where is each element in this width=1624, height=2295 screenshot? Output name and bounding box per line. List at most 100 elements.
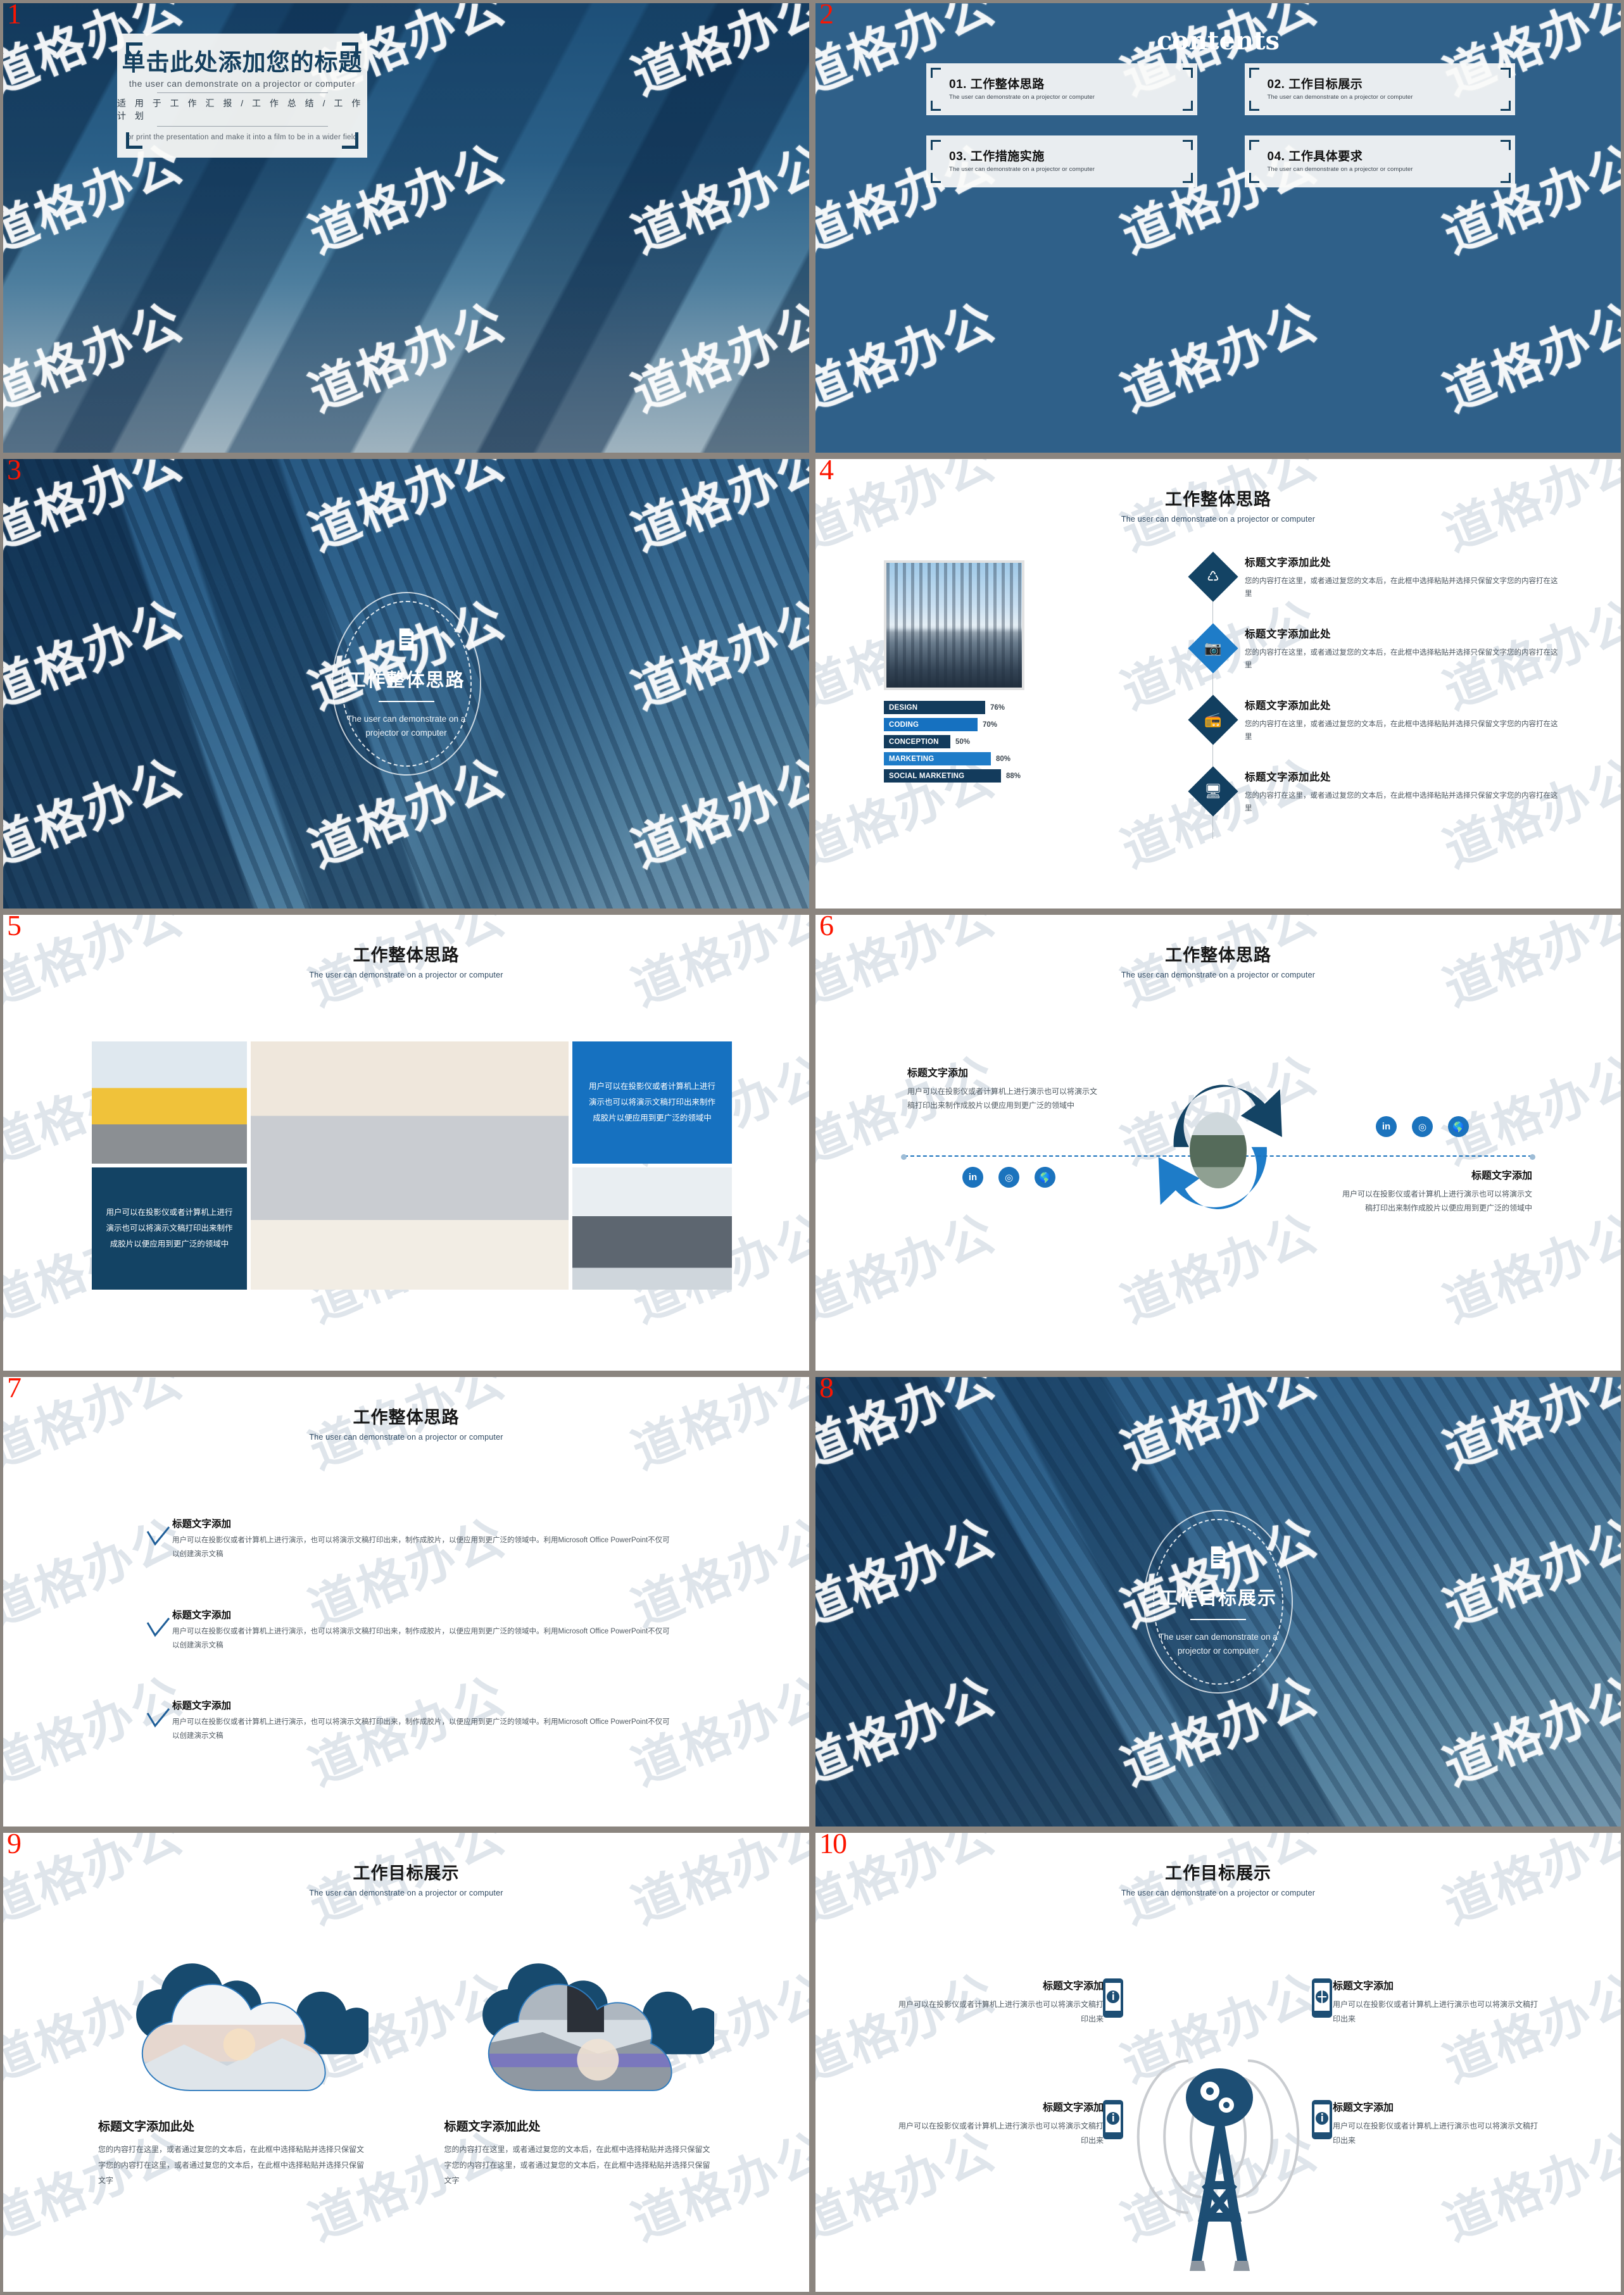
- slide-8[interactable]: 道格办公道格办公道格办公 道格办公道格办公道格办公 道格办公道格办公道格办公 道…: [812, 1374, 1624, 1830]
- quadrant-2[interactable]: 标题文字添加 用户可以在投影仪或者计算机上进行演示也可以将演示文稿打印出来: [1333, 1977, 1542, 2027]
- quadrant-heading: 标题文字添加: [1042, 1981, 1104, 1992]
- section-divider-content: 工作目标展示 The user can demonstrate on a proj…: [815, 1377, 1621, 1827]
- contents-item-3[interactable]: 03. 工作措施实施 The user can demonstrate on a…: [926, 135, 1197, 187]
- page-subtitle: The user can demonstrate on a projector …: [309, 1433, 503, 1442]
- feature-item-4[interactable]: 🖥 标题文字添加此处 您的内容打在这里，或者通过复您的文本后，在此框中选择粘贴并…: [1188, 766, 1563, 840]
- document-icon: [397, 627, 416, 651]
- left-icon-row: in ◎ 🌎: [962, 1167, 1055, 1188]
- page-subtitle: The user can demonstrate on a projector …: [309, 971, 503, 979]
- phone-info-icon: [1312, 2100, 1332, 2139]
- contents-item-4[interactable]: 04. 工作具体要求 The user can demonstrate on a…: [1244, 135, 1515, 187]
- corner-bracket-icon: [1249, 68, 1259, 78]
- globe-icon[interactable]: 🌎: [1035, 1167, 1055, 1188]
- contents-item-index: 04.: [1267, 150, 1285, 163]
- slide-4[interactable]: 道格办公道格办公道格办公 道格办公道格办公道格办公 道格办公道格办公道格办公 4…: [812, 456, 1624, 912]
- right-body: 用户可以在投影仪或者计算机上进行演示也可以将演示文稿打印出来制作成胶片以便应用到…: [1342, 1190, 1533, 1213]
- line-end-dot: [1530, 1154, 1535, 1160]
- checklist-item-1[interactable]: 标题文字添加 用户可以在投影仪或者计算机上进行演示，也可以将演示文稿打印出来，制…: [146, 1516, 671, 1562]
- globe-icon[interactable]: 🌎: [1448, 1116, 1469, 1137]
- feature-body: 您的内容打在这里，或者通过复您的文本后，在此框中选择粘贴并选择只保留文字您的内容…: [1245, 792, 1558, 813]
- photo-mosaic: 用户可以在投影仪或者计算机上进行演示也可以将演示文稿打印出来制作成胶片以便应用到…: [92, 1041, 732, 1290]
- slide-number: 2: [819, 0, 834, 30]
- slide-9[interactable]: 道格办公 道格办公 道格办公 道格办公 道格办公 道格办公 道格办公 道格办公 道格办公 9…: [0, 1830, 812, 2295]
- linkedin-icon[interactable]: in: [962, 1167, 983, 1188]
- slide-1[interactable]: 道格办公道格办公道格办公 道格办公道格办公道格办公 道格办公道格办公道格办公 道…: [0, 0, 812, 456]
- quadrant-3[interactable]: 标题文字添加 用户可以在投影仪或者计算机上进行演示也可以将演示文稿打印出来: [895, 2099, 1104, 2149]
- target-icon[interactable]: ◎: [1412, 1116, 1433, 1137]
- slide-5[interactable]: 道格办公道格办公道格办公 道格办公道格办公道格办公 道格办公道格办公道格办公 5…: [0, 912, 812, 1374]
- left-heading: 标题文字添加: [907, 1068, 969, 1079]
- title-card: 单击此处添加您的标题 the user can demonstrate on a…: [117, 34, 367, 158]
- cloud-column-2[interactable]: 标题文字添加此处 您的内容打在这里，或者通过复您的文本后，在此框中选择粘贴并选择…: [444, 1950, 721, 2189]
- caption-text: 用户可以在投影仪或者计算机上进行演示也可以将演示文稿打印出来制作成胶片以便应用到…: [588, 1082, 715, 1122]
- caption-tile-blue: 用户可以在投影仪或者计算机上进行演示也可以将演示文稿打印出来制作成胶片以便应用到…: [572, 1041, 732, 1164]
- corner-bracket-icon: [1182, 140, 1193, 150]
- slide-2[interactable]: 道格办公道格办公道格办公 道格办公道格办公道格办公 道格办公道格办公道格办公 道…: [812, 0, 1624, 456]
- left-body: 用户可以在投影仪或者计算机上进行演示也可以将演示文稿打印出来制作成胶片以便应用到…: [907, 1087, 1098, 1110]
- bar-label: SOCIAL MARKETING: [889, 772, 965, 780]
- title-footer: or print the presentation and make it in…: [127, 133, 358, 141]
- target-icon[interactable]: ◎: [998, 1167, 1019, 1188]
- caption-text: 用户可以在投影仪或者计算机上进行演示也可以将演示文稿打印出来制作成胶片以便应用到…: [106, 1208, 233, 1248]
- item-heading: 标题文字添加: [172, 1519, 232, 1530]
- cloud-column-1[interactable]: 标题文字添加此处 您的内容打在这里，或者通过复您的文本后，在此框中选择粘贴并选择…: [98, 1950, 375, 2189]
- page-title: 工作目标展示: [353, 1864, 460, 1883]
- corner-bracket-icon: [1249, 140, 1259, 150]
- right-heading: 标题文字添加: [1471, 1171, 1532, 1181]
- caption-tile-navy: 用户可以在投影仪或者计算机上进行演示也可以将演示文稿打印出来制作成胶片以便应用到…: [92, 1167, 247, 1290]
- contents-item-2[interactable]: 02. 工作目标展示 The user can demonstrate on a…: [1244, 63, 1515, 115]
- slide-3[interactable]: 道格办公道格办公道格办公 道格办公道格办公道格办公 道格办公道格办公道格办公 道…: [0, 456, 812, 912]
- bar-row: CODING 70%: [884, 718, 1048, 731]
- bar-row: CONCEPTION 50%: [884, 735, 1048, 748]
- bar: SOCIAL MARKETING: [884, 769, 1001, 783]
- contents-item-label: 工作目标展示: [1288, 78, 1363, 91]
- page-title: contents: [1156, 26, 1280, 56]
- slide-number: 1: [7, 0, 22, 30]
- feature-item-3[interactable]: 📻 标题文字添加此处 您的内容打在这里，或者通过复您的文本后，在此框中选择粘贴并…: [1188, 695, 1563, 769]
- page-title: 工作目标展示: [1165, 1864, 1271, 1883]
- quadrant-body: 用户可以在投影仪或者计算机上进行演示也可以将演示文稿打印出来: [898, 2122, 1104, 2146]
- page-title: 工作整体思路: [1165, 946, 1271, 965]
- corner-bracket-icon: [342, 42, 358, 59]
- quadrant-body: 用户可以在投影仪或者计算机上进行演示也可以将演示文稿打印出来: [898, 2000, 1104, 2024]
- slide-number: 10: [819, 1830, 847, 1859]
- page-title: 工作整体思路: [353, 1408, 460, 1427]
- page-subtitle: The user can demonstrate on a projector …: [309, 1889, 503, 1897]
- check-icon: [146, 1617, 172, 1642]
- page-header: 工作目标展示 The user can demonstrate on a pro…: [3, 1859, 809, 1897]
- checklist: 标题文字添加 用户可以在投影仪或者计算机上进行演示，也可以将演示文稿打印出来，制…: [146, 1516, 671, 1789]
- slide-number: 8: [819, 1374, 834, 1404]
- contents-item-1[interactable]: 01. 工作整体思路 The user can demonstrate on a…: [926, 63, 1197, 115]
- quadrant-1[interactable]: 标题文字添加 用户可以在投影仪或者计算机上进行演示也可以将演示文稿打印出来: [895, 1977, 1104, 2027]
- camera-icon: 📷: [1188, 623, 1238, 674]
- bar: CODING: [884, 718, 978, 731]
- quadrant-heading: 标题文字添加: [1333, 1981, 1394, 1992]
- feature-heading: 标题文字添加此处: [1245, 700, 1331, 712]
- divider: [156, 92, 328, 93]
- forest-photo: [1190, 1112, 1247, 1188]
- quadrant-body: 用户可以在投影仪或者计算机上进行演示也可以将演示文稿打印出来: [1333, 2000, 1539, 2024]
- checklist-item-2[interactable]: 标题文字添加 用户可以在投影仪或者计算机上进行演示，也可以将演示文稿打印出来，制…: [146, 1607, 671, 1653]
- contents-item-label: 工作措施实施: [970, 150, 1045, 163]
- right-text-block: 标题文字添加 用户可以在投影仪或者计算机上进行演示也可以将演示文稿打印出来制作成…: [1342, 1167, 1532, 1215]
- quadrant-4[interactable]: 标题文字添加 用户可以在投影仪或者计算机上进行演示也可以将演示文稿打印出来: [1333, 2099, 1542, 2149]
- feature-item-1[interactable]: ♺ 标题文字添加此处 您的内容打在这里，或者通过复您的文本后，在此框中选择粘贴并…: [1188, 551, 1563, 626]
- feature-item-2[interactable]: 📷 标题文字添加此处 您的内容打在这里，或者通过复您的文本后，在此框中选择粘贴并…: [1188, 623, 1563, 697]
- corner-bracket-icon: [1182, 101, 1193, 111]
- phone-info-icon: [1103, 1978, 1123, 2018]
- check-icon: [146, 1708, 172, 1733]
- checklist-item-3[interactable]: 标题文字添加 用户可以在投影仪或者计算机上进行演示，也可以将演示文稿打印出来，制…: [146, 1698, 671, 1744]
- radio-icon: 📻: [1188, 695, 1238, 745]
- linkedin-icon[interactable]: in: [1376, 1116, 1397, 1137]
- slide-7[interactable]: 道格办公 道格办公 道格办公 道格办公 道格办公 道格办公 道格办公 道格办公 道格办公 7…: [0, 1374, 812, 1830]
- title-usage: 适 用 于 工 作 汇 报 / 工 作 总 结 / 工 作 计 划: [117, 97, 364, 121]
- bar-row: SOCIAL MARKETING 88%: [884, 769, 1048, 783]
- bar: CONCEPTION: [884, 735, 950, 748]
- slide-6[interactable]: 道格办公 道格办公 道格办公 道格办公 道格办公 道格办公 道格办公 道格办公 道格办公 6…: [812, 912, 1624, 1374]
- radio-tower-illustration: [1136, 2059, 1300, 2271]
- bar-value: 88%: [1006, 772, 1021, 780]
- page-header: 工作整体思路 The user can demonstrate on a pro…: [3, 1404, 809, 1442]
- slide-10[interactable]: 道格办公道格办公道格办公 道格办公道格办公道格办公 道格办公道格办公道格办公 1…: [812, 1830, 1624, 2295]
- corner-bracket-icon: [1501, 68, 1511, 78]
- contents-grid: 01. 工作整体思路 The user can demonstrate on a…: [926, 63, 1515, 187]
